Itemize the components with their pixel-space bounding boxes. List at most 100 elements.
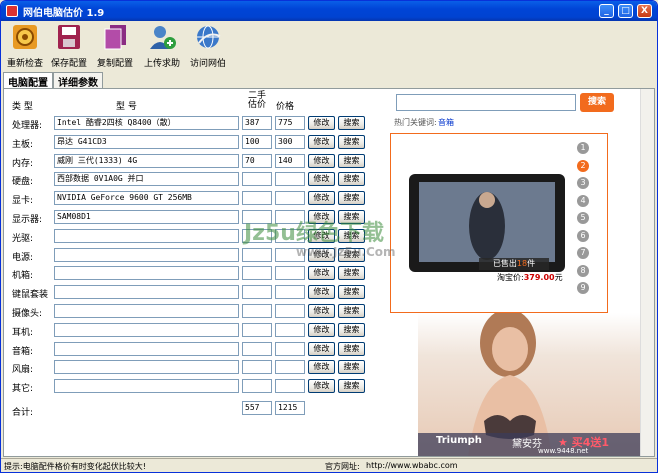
edit-button[interactable]: 修改 [308, 191, 335, 205]
model-field[interactable] [54, 379, 239, 393]
minimize-button[interactable]: _ [599, 4, 614, 18]
edit-button[interactable]: 修改 [308, 342, 335, 356]
row-label: 内存: [12, 159, 34, 169]
price-field[interactable] [275, 342, 305, 356]
title-bar[interactable]: 网伯电脑估价 1.9 _ □ X [1, 1, 657, 21]
model-field[interactable] [54, 304, 239, 318]
price-field[interactable] [275, 266, 305, 280]
used-price-field[interactable] [242, 304, 272, 318]
copy-config-button[interactable]: 复制配置 [95, 23, 135, 69]
model-field[interactable]: 威刚 三代(1333) 4G [54, 154, 239, 168]
model-field[interactable]: NVIDIA GeForce 9600 GT 256MB [54, 191, 239, 205]
lingerie-ad[interactable]: Triumph 黛安芬 ★ 买4送1 www.9448.net [418, 313, 640, 456]
search-button[interactable]: 搜索 [338, 191, 365, 205]
close-button[interactable]: X [637, 4, 652, 18]
used-price-field[interactable] [242, 172, 272, 186]
hot-keyword-link[interactable]: 音箱 [438, 117, 454, 128]
pager-dot[interactable]: 1 [577, 142, 589, 154]
model-field[interactable]: 昂达 G41CD3 [54, 135, 239, 149]
price-field[interactable] [275, 323, 305, 337]
pager-dot[interactable]: 8 [577, 264, 589, 277]
model-field[interactable]: SAM08D1 [54, 210, 239, 224]
price-field[interactable]: 775 [275, 116, 305, 130]
search-button[interactable]: 搜索 [338, 135, 365, 149]
search-button[interactable]: 搜索 [338, 266, 365, 280]
model-field[interactable] [54, 285, 239, 299]
search-button[interactable]: 搜索 [338, 379, 365, 393]
status-site-label: 官方网址: [325, 462, 360, 471]
row-label: 显卡: [12, 196, 34, 206]
ad-brand: Triumph [436, 435, 482, 446]
sold-label: 已售出 [492, 259, 517, 268]
product-ad-box[interactable]: 已售出18件 淘宝价:379.00元 1 2 3 4 5 6 7 8 9 [390, 133, 608, 313]
price-field[interactable] [275, 360, 305, 374]
price-field[interactable]: 300 [275, 135, 305, 149]
search-button[interactable]: 搜索 [338, 285, 365, 299]
row-label: 键鼠套装 [12, 290, 49, 300]
search-button[interactable]: 搜索 [338, 172, 365, 186]
search-button[interactable]: 搜索 [338, 323, 365, 337]
search-button[interactable]: 搜索 [338, 304, 365, 318]
model-field[interactable] [54, 323, 239, 337]
pager-dot[interactable]: 3 [577, 177, 589, 189]
used-price-field[interactable] [242, 379, 272, 393]
pager-dot[interactable]: 9 [577, 282, 589, 294]
edit-button[interactable]: 修改 [308, 304, 335, 318]
used-price-field[interactable]: 100 [242, 135, 272, 149]
price-field[interactable] [275, 191, 305, 205]
edit-button[interactable]: 修改 [308, 172, 335, 186]
price-field[interactable] [275, 304, 305, 318]
status-site-url[interactable]: http://www.wbabc.com [366, 461, 458, 470]
pager-dot[interactable]: 5 [577, 212, 589, 224]
used-price-field[interactable]: 70 [242, 154, 272, 168]
edit-button[interactable]: 修改 [308, 285, 335, 299]
used-price-field[interactable] [242, 323, 272, 337]
sold-count: 18 [516, 259, 528, 268]
model-field[interactable] [54, 360, 239, 374]
price-field[interactable] [275, 285, 305, 299]
model-field[interactable] [54, 266, 239, 280]
search-button[interactable]: 搜索 [338, 154, 365, 168]
model-field[interactable]: 西部数据 0V1A0G 并口 [54, 172, 239, 186]
pager-dot[interactable]: 4 [577, 194, 589, 207]
model-field[interactable] [54, 229, 239, 243]
used-price-field[interactable] [242, 191, 272, 205]
edit-button[interactable]: 修改 [308, 379, 335, 393]
taobao-label: 淘宝价: [497, 273, 524, 282]
price-field[interactable] [275, 379, 305, 393]
pager-dot[interactable]: 6 [577, 229, 589, 242]
tab-details[interactable]: 详细参数 [53, 72, 103, 89]
maximize-button[interactable]: □ [618, 4, 633, 18]
edit-button[interactable]: 修改 [308, 360, 335, 374]
used-price-field[interactable] [242, 248, 272, 262]
product-search-input[interactable] [396, 94, 576, 111]
used-price-field[interactable]: 387 [242, 116, 272, 130]
used-price-field[interactable] [242, 342, 272, 356]
visit-site-button[interactable]: 访问网伯 [187, 23, 229, 69]
model-field[interactable]: Intel 酷睿2四核 Q8400（散） [54, 116, 239, 130]
edit-button[interactable]: 修改 [308, 323, 335, 337]
pager-dot[interactable]: 7 [577, 247, 589, 259]
tab-config[interactable]: 电脑配置 [3, 72, 53, 89]
save-config-button[interactable]: 保存配置 [49, 23, 89, 69]
recheck-button[interactable]: 重新检查 [5, 23, 45, 69]
upload-help-button[interactable]: 上传求助 [142, 23, 182, 69]
edit-button[interactable]: 修改 [308, 135, 335, 149]
search-button[interactable]: 搜索 [338, 360, 365, 374]
used-price-field[interactable] [242, 360, 272, 374]
model-field[interactable] [54, 248, 239, 262]
edit-button[interactable]: 修改 [308, 154, 335, 168]
price-field[interactable]: 140 [275, 154, 305, 168]
used-price-field[interactable] [242, 285, 272, 299]
vertical-scrollbar[interactable] [640, 89, 654, 456]
edit-button[interactable]: 修改 [308, 266, 335, 280]
pager-dot[interactable]: 2 [577, 159, 589, 172]
price-field[interactable] [275, 172, 305, 186]
taobao-unit: 元 [554, 273, 563, 282]
model-field[interactable] [54, 342, 239, 356]
search-button[interactable]: 搜索 [338, 342, 365, 356]
used-price-field[interactable] [242, 266, 272, 280]
product-search-button[interactable]: 搜索 [580, 93, 614, 112]
edit-button[interactable]: 修改 [308, 116, 335, 130]
search-button[interactable]: 搜索 [338, 116, 365, 130]
